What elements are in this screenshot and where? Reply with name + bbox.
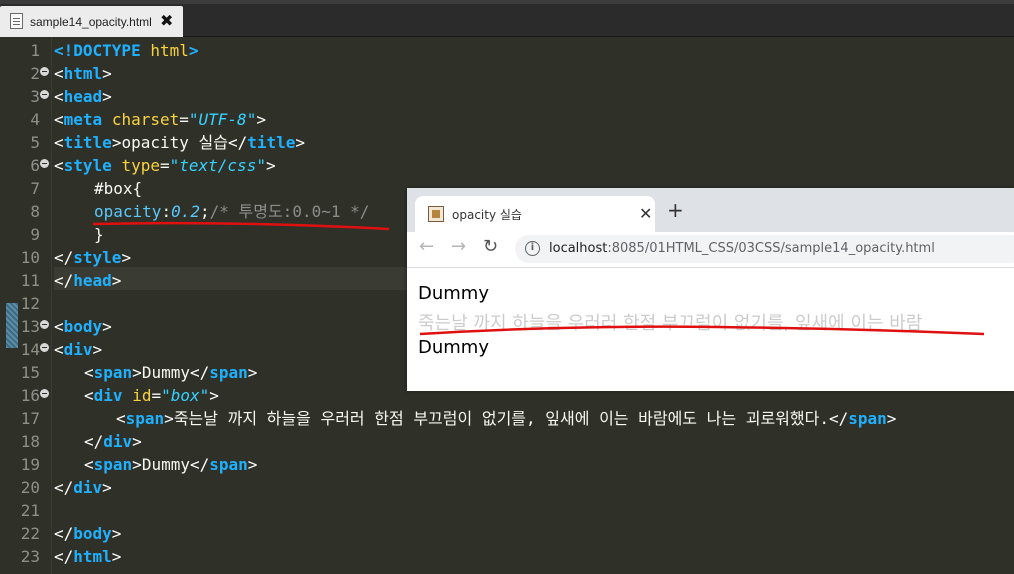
editor-tab-strip: sample14_opacity.html ✖ (0, 0, 1014, 37)
line-number: 18 (20, 432, 40, 451)
line-number: 11 (20, 271, 40, 290)
code-line: </html> (54, 547, 122, 566)
forward-arrow-icon[interactable]: → (451, 236, 466, 257)
line-number: 6 (30, 156, 40, 175)
close-browser-tab-icon[interactable]: ✕ (639, 204, 652, 223)
close-tab-icon[interactable]: ✖ (160, 11, 173, 30)
code-line: <html> (54, 64, 112, 83)
line-number: 19 (20, 455, 40, 474)
line-number: 15 (20, 363, 40, 382)
line-number: 7 (30, 179, 40, 198)
code-line: </head> (54, 271, 122, 290)
code-line: <body> (54, 317, 112, 336)
fold-toggle-icon[interactable] (40, 343, 49, 352)
line-number: 1 (30, 41, 40, 60)
line-number: 23 (20, 547, 40, 566)
code-line: </div> (84, 432, 142, 451)
fold-toggle-icon[interactable] (40, 320, 49, 329)
code-line: opacity:0.2;/* 투명도:0.0~1 */ (94, 202, 370, 221)
fold-toggle-icon[interactable] (40, 67, 49, 76)
code-line: </div> (54, 478, 112, 497)
code-line: <meta charset="UTF-8"> (54, 110, 266, 129)
fold-toggle-icon[interactable] (40, 90, 49, 99)
address-url: localhost:8085/01HTML_CSS/03CSS/sample14… (549, 241, 935, 256)
line-number: 10 (20, 248, 40, 267)
line-number: 8 (30, 202, 40, 221)
annotation-underline-code (92, 221, 390, 231)
editor-tab-sample14[interactable]: sample14_opacity.html ✖ (0, 6, 183, 37)
annotation-underline-browser (419, 325, 985, 336)
line-number: 16 (20, 386, 40, 405)
line-number: 2 (30, 64, 40, 83)
code-line: <title>opacity 실습</title> (54, 133, 306, 152)
line-number: 13 (20, 317, 40, 336)
page-favicon-icon (428, 206, 444, 222)
line-number: 5 (30, 133, 40, 152)
code-line: <span>Dummy</span> (84, 455, 258, 474)
line-number: 14 (20, 340, 40, 359)
code-line: </style> (54, 248, 132, 267)
line-number: 9 (30, 225, 40, 244)
address-bar[interactable]: i localhost:8085/01HTML_CSS/03CSS/sample… (515, 235, 1014, 263)
code-line: #box{ (94, 179, 143, 198)
code-line: <style type="text/css"> (54, 156, 276, 175)
code-line: <!DOCTYPE html> (54, 41, 199, 60)
editor-tab-filename: sample14_opacity.html (30, 15, 152, 29)
fold-toggle-icon[interactable] (40, 389, 49, 398)
browser-window: opacity 실습 ✕ + ← → ↻ i localhost:8085/01… (407, 188, 1014, 391)
browser-tab-title: opacity 실습 (452, 208, 522, 222)
new-tab-button[interactable]: + (667, 200, 684, 220)
line-number-gutter: 1 2 3 4 5 6 7 8 9 10 11 12 13 14 15 16 1… (0, 37, 52, 574)
dummy-span-1: Dummy (418, 283, 489, 304)
back-arrow-icon[interactable]: ← (419, 236, 434, 257)
line-number: 21 (20, 501, 40, 520)
line-number: 12 (20, 294, 40, 313)
dummy-span-2: Dummy (418, 337, 489, 358)
line-number: 22 (20, 524, 40, 543)
line-number: 20 (20, 478, 40, 497)
code-line: <head> (54, 87, 112, 106)
code-line: <span>Dummy</span> (84, 363, 258, 382)
reload-icon[interactable]: ↻ (483, 236, 498, 257)
tab-strip-top-border (0, 0, 1014, 4)
line-number: 3 (30, 87, 40, 106)
browser-toolbar: ← → ↻ i localhost:8085/01HTML_CSS/03CSS/… (407, 232, 1014, 268)
line-number: 4 (30, 110, 40, 129)
code-line: </body> (54, 524, 122, 543)
browser-tab-opacity[interactable]: opacity 실습 ✕ (415, 196, 655, 232)
browser-tab-bar: opacity 실습 ✕ + (407, 188, 1014, 232)
fold-toggle-icon[interactable] (40, 159, 49, 168)
line-number: 17 (20, 409, 40, 428)
code-line: <div id="box"> (84, 386, 219, 405)
code-line: <span>죽는날 까지 하늘을 우러러 한점 부끄럼이 없기를, 잎새에 이는… (116, 409, 897, 428)
site-info-icon[interactable]: i (525, 241, 540, 256)
code-line: <div> (54, 340, 103, 359)
html-file-icon (10, 13, 23, 29)
